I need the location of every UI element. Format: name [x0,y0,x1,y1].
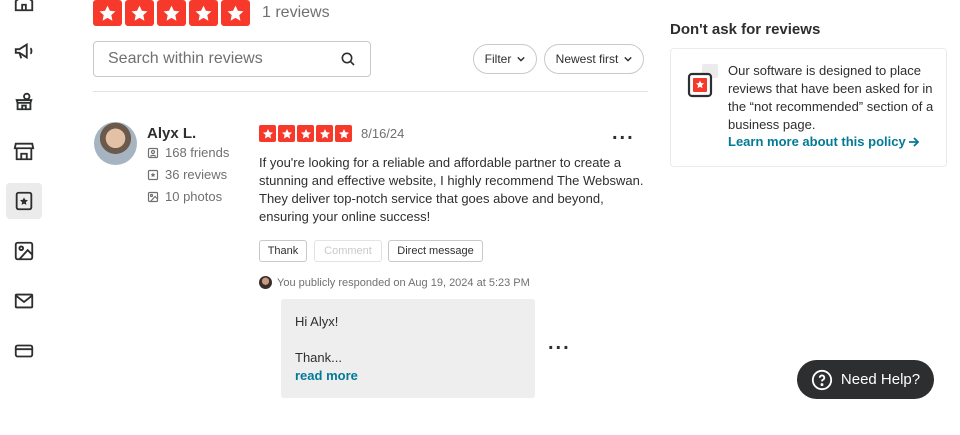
photos-stat: 10 photos [147,189,222,204]
sort-label: Newest first [555,52,619,66]
home-icon[interactable] [6,0,42,20]
review-rating: 8/16/24 [259,125,404,142]
friends-stat: 168 friends [147,145,229,160]
photos-icon[interactable] [6,233,42,269]
search-placeholder: Search within reviews [108,50,263,67]
star-icon [93,0,122,26]
response-meta-text: You publicly responded on Aug 19, 2024 a… [277,276,530,289]
rating-summary: 1 reviews [93,0,330,26]
star-box-icon [147,169,159,180]
star-icon [189,0,218,26]
need-help-button[interactable]: Need Help? [797,360,934,399]
star-icon [157,0,186,26]
reviewer-name[interactable]: Alyx L. [147,125,196,142]
arrow-right-icon [908,136,919,147]
policy-link-label[interactable]: Learn more about this policy [728,134,906,149]
response-more-button[interactable]: ... [548,333,571,353]
sort-dropdown[interactable]: Newest first [544,44,644,74]
response-body: Thank... [295,350,342,365]
chevron-down-icon [517,56,526,62]
filter-label: Filter [484,52,512,66]
filter-button[interactable]: Filter [473,44,537,74]
read-more-link[interactable]: read more [295,367,521,385]
policy-link[interactable]: Learn more about this policy [728,134,920,149]
avatar[interactable] [94,122,137,165]
divider [93,91,648,92]
megaphone-icon[interactable] [6,33,42,69]
review-count: 1 reviews [262,4,330,21]
storefront-icon[interactable] [6,133,42,169]
reviews-count: 36 reviews [165,167,228,182]
response-meta: You publicly responded on Aug 19, 2024 a… [259,276,530,289]
star-icon [335,125,352,142]
response-box: Hi Alyx! Thank... read more [281,299,535,398]
sidebar-nav [0,0,50,435]
need-help-label: Need Help? [840,371,921,388]
direct-message-button[interactable]: Direct message [388,240,483,262]
help-question-icon [811,369,832,390]
search-icon[interactable] [340,51,356,67]
star-icon [125,0,154,26]
star-rating [259,125,352,142]
reviews-star-icon[interactable] [6,183,42,219]
comment-button[interactable]: Comment [314,240,382,262]
search-input[interactable]: Search within reviews [93,41,371,77]
review-more-button[interactable]: ... [612,123,635,143]
chevron-down-icon [624,56,633,62]
star-icon [221,0,250,26]
owner-avatar [259,276,272,289]
thank-button[interactable]: Thank [259,240,307,262]
friends-icon [147,147,159,158]
star-rating [93,0,250,26]
review-date: 8/16/24 [361,126,405,141]
reviews-stat: 36 reviews [147,167,227,182]
aside-text: Our software is designed to place review… [728,63,934,132]
star-icon [316,125,333,142]
star-icon [278,125,295,142]
credit-card-icon[interactable] [6,333,42,369]
star-icon [297,125,314,142]
response-greeting: Hi Alyx! [295,314,339,329]
shop-profile-icon[interactable] [6,83,42,119]
friends-count: 168 friends [165,145,230,160]
mail-icon[interactable] [6,283,42,319]
photo-icon [147,191,159,202]
review-policy-icon [687,64,718,98]
photos-count: 10 photos [165,189,223,204]
star-icon [259,125,276,142]
review-text: If you're looking for a reliable and aff… [259,155,644,224]
aside-title: Don't ask for reviews [670,21,821,38]
